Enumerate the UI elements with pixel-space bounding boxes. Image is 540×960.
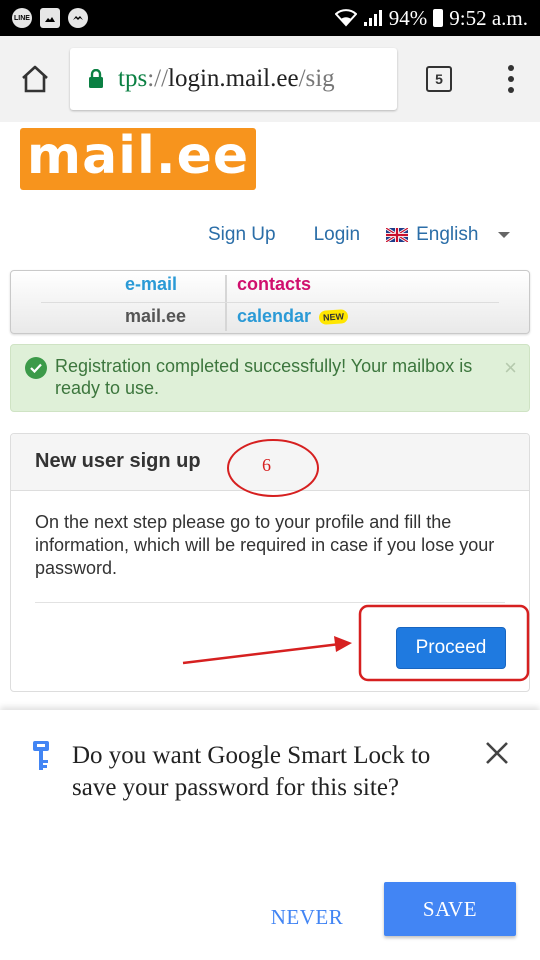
smart-lock-prompt: Do you want Google Smart Lock to save yo… bbox=[72, 742, 431, 801]
mailee-logo[interactable]: mail.ee bbox=[20, 128, 256, 190]
uk-flag-icon bbox=[386, 228, 409, 242]
clock: 9:52 a.m. bbox=[449, 5, 528, 30]
messenger-icon bbox=[68, 8, 88, 28]
system-status: 94% 9:52 a.m. bbox=[334, 5, 528, 31]
alert-message: Registration completed successfully! You… bbox=[55, 356, 473, 398]
line-icon: LINE bbox=[12, 8, 32, 28]
close-icon[interactable] bbox=[484, 740, 510, 766]
panel-divider bbox=[35, 602, 505, 603]
new-badge: NEW bbox=[318, 309, 349, 326]
tabs-divider bbox=[225, 275, 227, 331]
url-bar[interactable]: tps://login.mail.ee/sig bbox=[70, 48, 397, 110]
tab-contacts[interactable]: contacts bbox=[237, 274, 311, 295]
home-button[interactable] bbox=[0, 36, 70, 122]
wifi-icon bbox=[334, 9, 357, 27]
home-icon bbox=[22, 65, 48, 93]
close-icon[interactable]: × bbox=[504, 355, 517, 381]
tab-email[interactable]: e-mail bbox=[125, 274, 177, 295]
notification-icons: LINE bbox=[12, 8, 88, 28]
battery-percent: 94% bbox=[388, 5, 428, 30]
menu-dot bbox=[507, 87, 514, 93]
overflow-menu-button[interactable] bbox=[481, 36, 540, 122]
tab-switcher-button[interactable]: 5 bbox=[397, 36, 481, 122]
page: LINE 94% 9:52 a.m. tps://login.mail.ee/s… bbox=[0, 0, 540, 960]
menu-dot bbox=[507, 76, 514, 82]
tabs-divider bbox=[41, 302, 499, 303]
annotation-step-number: 6 bbox=[262, 455, 271, 475]
battery-icon bbox=[433, 9, 444, 27]
menu-dot bbox=[507, 65, 514, 71]
tab-calendar[interactable]: calendar NEW bbox=[237, 306, 349, 327]
proceed-button[interactable]: Proceed bbox=[396, 627, 506, 669]
gallery-icon bbox=[40, 8, 60, 28]
chevron-down-icon[interactable] bbox=[498, 232, 511, 238]
url-text: tps://login.mail.ee/sig bbox=[118, 65, 335, 92]
never-button[interactable]: NEVER bbox=[266, 896, 348, 938]
signup-link[interactable]: Sign Up bbox=[208, 224, 276, 246]
tab-calendar-label: calendar bbox=[237, 306, 312, 326]
check-circle-icon bbox=[25, 357, 47, 379]
app-tabs: e-mail contacts mail.ee calendar NEW bbox=[10, 270, 530, 334]
lock-icon bbox=[89, 69, 103, 88]
success-alert: Registration completed successfully! You… bbox=[10, 344, 530, 412]
key-icon bbox=[33, 741, 49, 770]
tab-count: 5 bbox=[426, 66, 452, 92]
smart-lock-sheet: Do you want Google Smart Lock to save yo… bbox=[0, 710, 540, 960]
top-nav: Sign Up Login English bbox=[208, 222, 511, 248]
save-button[interactable]: SAVE bbox=[384, 882, 516, 936]
login-link[interactable]: Login bbox=[314, 224, 361, 246]
language-selector[interactable]: English bbox=[416, 224, 478, 246]
tab-mailee[interactable]: mail.ee bbox=[125, 306, 186, 327]
browser-toolbar: tps://login.mail.ee/sig 5 bbox=[0, 36, 540, 122]
status-bar: LINE 94% 9:52 a.m. bbox=[0, 0, 540, 36]
panel-body-text: On the next step please go to your profi… bbox=[35, 512, 495, 578]
logo-text: mail.ee bbox=[26, 126, 250, 186]
signal-icon bbox=[363, 10, 382, 26]
